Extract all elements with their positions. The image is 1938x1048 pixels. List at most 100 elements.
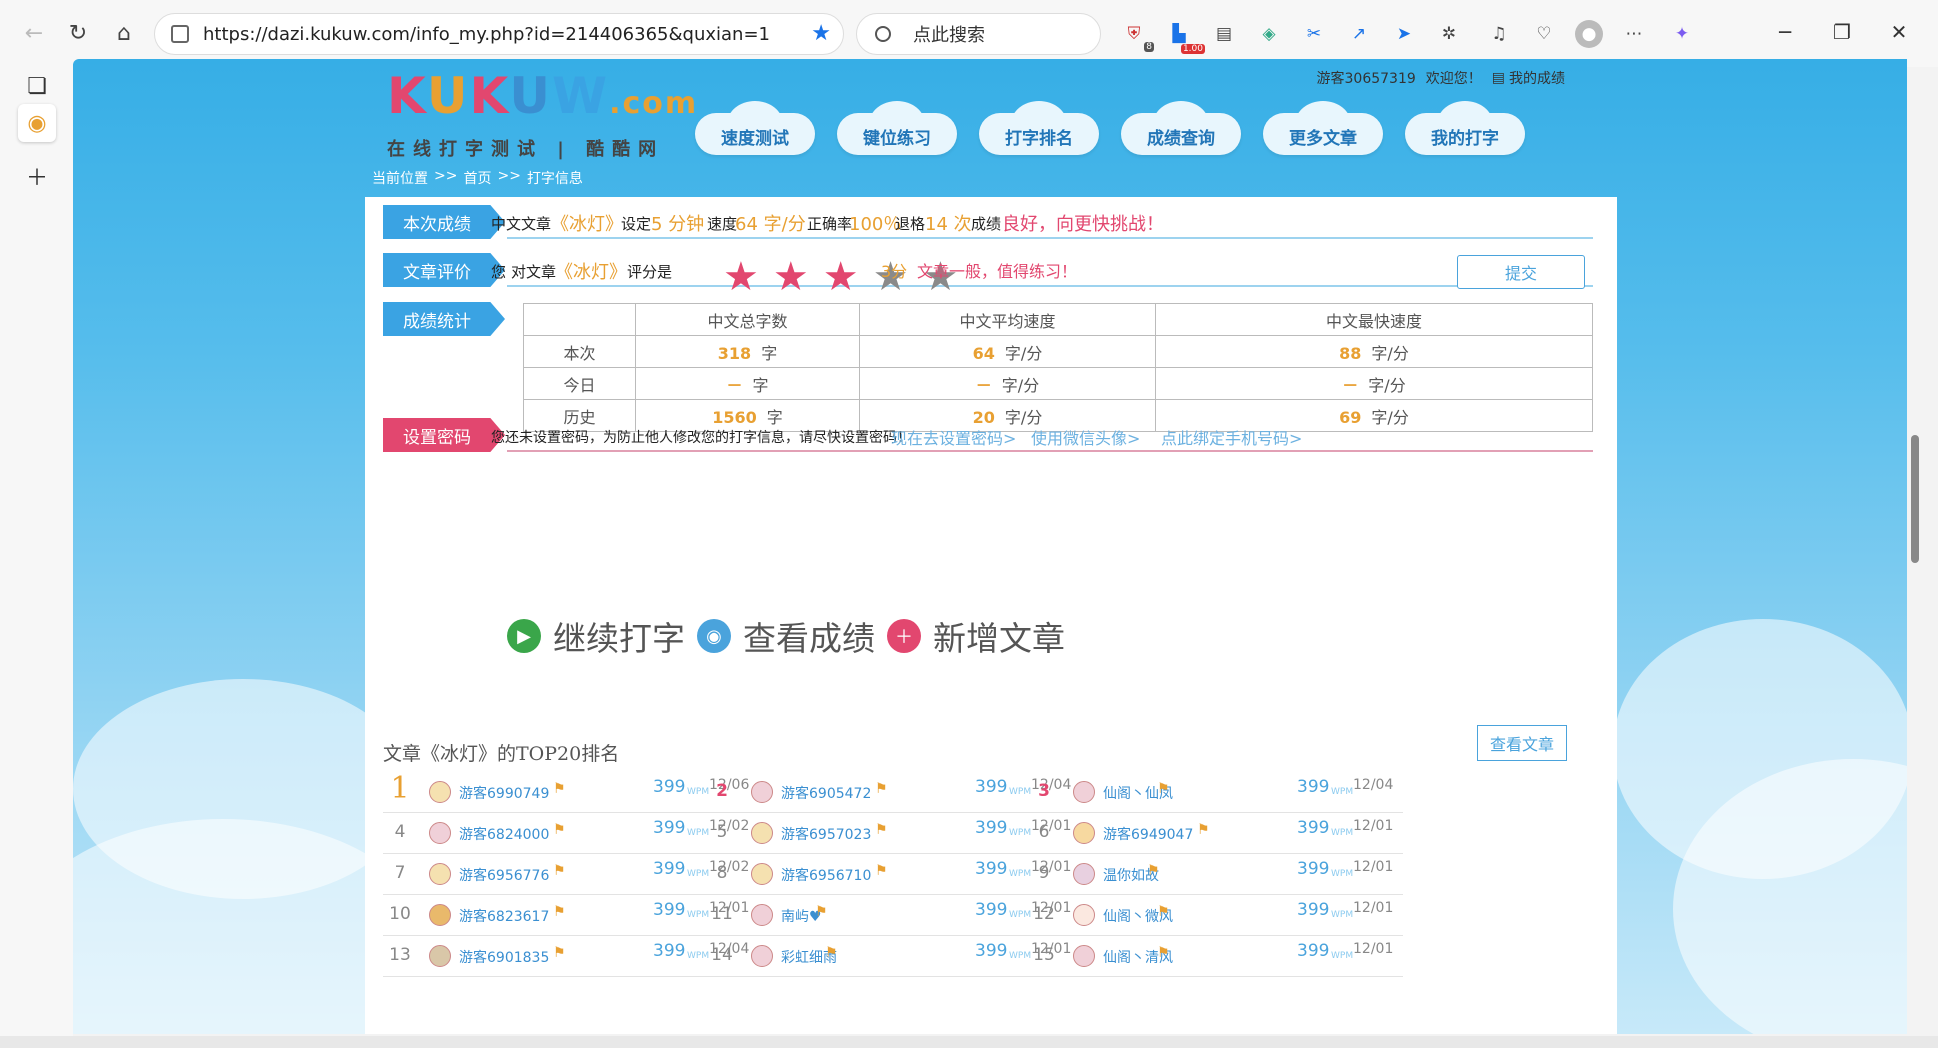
logo-text: KUKUW.com [387,67,699,125]
favorite-star-icon[interactable]: ★ [811,14,831,54]
star-filled-icon[interactable]: ★ [723,257,759,297]
nav-score-query[interactable]: 成绩查询 [1121,99,1241,157]
nav-speed-test[interactable]: 速度测试 [695,99,815,157]
user-name-link[interactable]: 游客6823617 [459,906,549,926]
add-article-button[interactable]: ＋ 新增文章 [887,612,1065,660]
user-avatar[interactable] [429,822,451,844]
new-tab-icon[interactable]: ＋ [18,157,56,195]
scroll-thumb[interactable] [1911,435,1919,563]
set-password-link[interactable]: 现在去设置密码> [891,425,1016,449]
site-logo[interactable]: KUKUW.com 在线打字测试 | 酷酷网 [387,67,699,169]
continue-typing-button[interactable]: ▶ 继续打字 [507,612,685,660]
cell-value: 1560 [712,407,757,427]
user-avatar[interactable] [429,904,451,926]
rank-number: 12 [1033,904,1055,924]
my-results-link[interactable]: ▤ 我的成绩 [1492,68,1565,88]
browser-sidebar: ❏ ◉ ＋ [0,67,73,1048]
user-avatar[interactable] [751,863,773,885]
user-name-link[interactable]: 游客6901835 [459,947,549,967]
bind-phone-link[interactable]: 点此绑定手机号码> [1161,425,1302,449]
vip-badge-icon: ⚑ [553,945,566,961]
user-avatar[interactable] [429,781,451,803]
health-icon[interactable]: ♡ [1530,20,1558,48]
nav-my-typing[interactable]: 我的打字 [1405,99,1525,157]
reader-extension-icon[interactable]: ▤ [1210,20,1238,48]
search-box[interactable]: 点此搜索 [856,13,1101,55]
user-avatar[interactable] [1073,822,1095,844]
view-results-button[interactable]: ◉ 查看成绩 [697,612,875,660]
nav-key-practice[interactable]: 键位练习 [837,99,957,157]
page-scrollbar[interactable] [1908,60,1922,1030]
submit-rating-button[interactable]: 提交 [1457,255,1585,289]
vip-badge-icon: ⚑ [553,781,566,797]
user-avatar[interactable] [429,863,451,885]
page-content: KUKUW.com 在线打字测试 | 酷酷网 游客30657319 欢迎您！ ▤… [365,59,1617,1034]
cell-unit: 字/分 [1004,343,1043,363]
list-item: 8 游客6956710 ⚑ 399 WPM 12/01 [705,851,1081,895]
media-icon[interactable]: ♫ [1485,20,1513,48]
extensions-puzzle-icon[interactable]: ✲ [1435,20,1463,48]
scissors-icon[interactable]: ✂ [1300,20,1328,48]
home-icon[interactable]: ⌂ [106,15,142,51]
profile-avatar-icon[interactable]: ● [1575,20,1603,48]
cell-unit: 字/分 [1371,343,1409,363]
result-grade-value: 良好，向更快挑战！ [1002,214,1164,235]
user-avatar[interactable] [1073,945,1095,967]
more-menu-icon[interactable]: ⋯ [1620,20,1648,48]
wpm-label: WPM [1331,910,1354,920]
restore-icon[interactable]: ❐ [1822,14,1862,50]
result-set-value: 5 分钟 [651,214,705,235]
arrow-extension-icon[interactable]: ↗ [1345,20,1373,48]
site-info-icon[interactable] [171,25,189,43]
star-filled-icon[interactable]: ★ [823,257,859,297]
refresh-icon[interactable]: ↻ [60,15,96,51]
row-label: 今日 [523,367,636,400]
user-avatar[interactable] [751,781,773,803]
rank-number: 13 [389,945,411,965]
nav-ranking[interactable]: 打字排名 [979,99,1099,157]
review-article-name[interactable]: 《冰灯》 [555,258,627,284]
rank-score: 399 [1297,777,1330,797]
wechat-avatar-link[interactable]: 使用微信头像> [1031,425,1140,449]
back-icon[interactable]: ← [16,15,52,51]
active-tab-favicon-icon[interactable]: ◉ [18,104,56,142]
star-filled-icon[interactable]: ★ [773,257,809,297]
user-name-link[interactable]: 游客6905472 [781,783,871,803]
list-item: 7 游客6956776 ⚑ 399 WPM 12/02 [383,851,759,895]
user-avatar[interactable] [751,945,773,967]
download-speed-extension-icon[interactable]: ▙ 1.00 [1165,20,1205,54]
result-accuracy-value: 100％ [849,214,902,235]
user-name-link[interactable]: 游客6956710 [781,865,871,885]
list-item: 2 游客6905472 ⚑ 399 WPM 12/04 [705,769,1081,813]
close-icon[interactable]: ✕ [1879,14,1919,50]
user-avatar[interactable] [751,904,773,926]
address-bar[interactable]: https://dazi.kukuw.com/info_my.php?id=21… [154,13,844,55]
breadcrumb-home-link[interactable]: 首页 [463,168,491,188]
stats-tag: 成绩统计 [383,302,505,336]
forward-extension-icon[interactable]: ➤ [1390,20,1418,48]
copilot-icon[interactable]: ✦ [1668,20,1696,48]
user-avatar[interactable] [1073,863,1095,885]
view-article-button[interactable]: 查看文章 [1477,725,1567,761]
nav-label: 更多文章 [1289,128,1357,149]
shield-color-extension-icon[interactable]: ◈ [1255,20,1283,48]
minimize-icon[interactable]: ─ [1765,14,1805,50]
user-name-link[interactable]: 游客6824000 [459,824,549,844]
shield-extension-icon[interactable]: ⛨ 8 [1120,20,1154,52]
rank-number: 2 [716,781,728,801]
nav-more-articles[interactable]: 更多文章 [1263,99,1383,157]
user-avatar[interactable] [751,822,773,844]
table-cell: － 字/分 [859,367,1156,400]
user-avatar[interactable] [1073,904,1095,926]
user-name-link[interactable]: 游客6957023 [781,824,871,844]
vip-badge-icon: ⚑ [553,904,566,920]
review-score-text: 3分 [881,262,908,281]
user-name-link[interactable]: 游客6949047 [1103,824,1193,844]
user-avatar[interactable] [1073,781,1095,803]
user-name-link[interactable]: 游客6990749 [459,783,549,803]
user-avatar[interactable] [429,945,451,967]
tab-actions-icon[interactable]: ❏ [18,67,56,105]
rank-number: 8 [716,863,728,883]
result-article-name[interactable]: 《冰灯》 [551,210,623,236]
user-name-link[interactable]: 游客6956776 [459,865,549,885]
